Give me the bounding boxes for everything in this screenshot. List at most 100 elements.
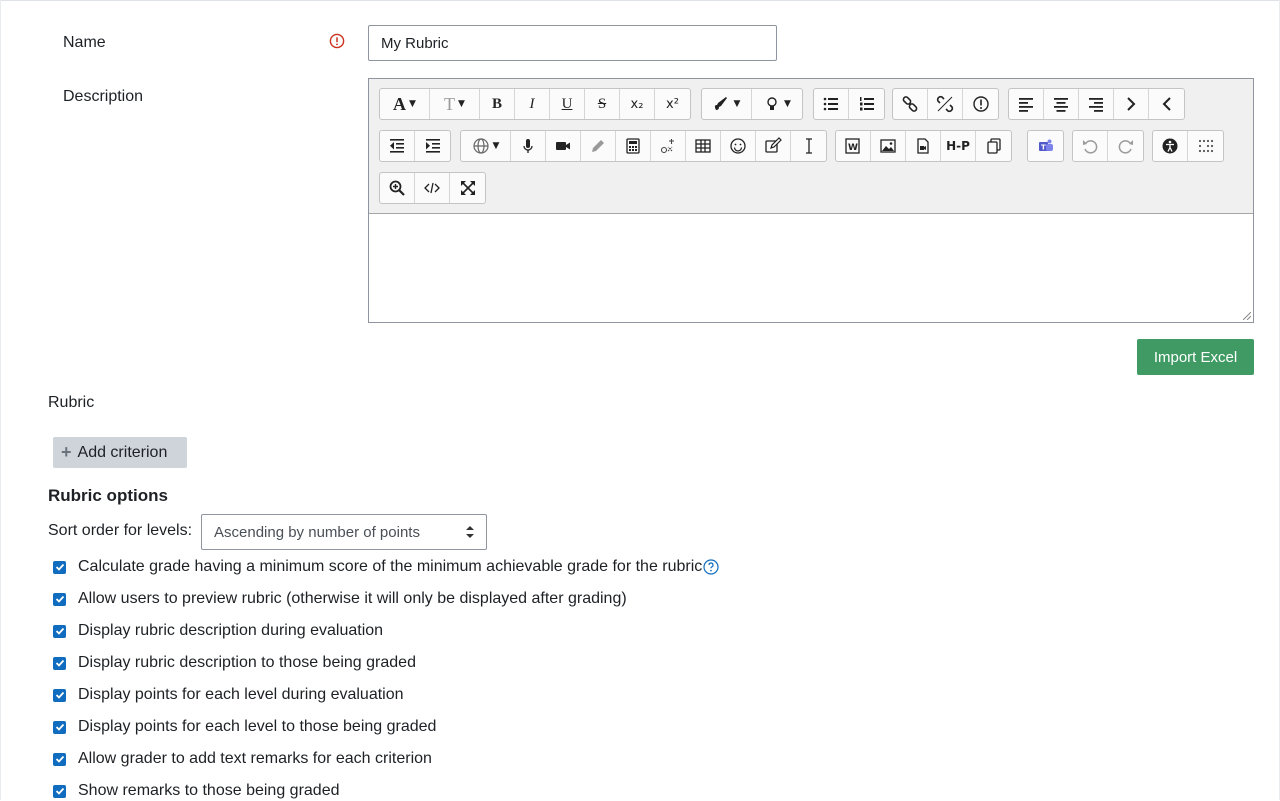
toolbar-group-history <box>1072 130 1144 162</box>
undo-icon[interactable] <box>1073 131 1108 161</box>
checkbox[interactable] <box>53 624 66 638</box>
screenreader-helper-icon[interactable] <box>1188 131 1223 161</box>
checkbox[interactable] <box>53 560 66 574</box>
name-label: Name <box>63 34 106 51</box>
calculator-icon[interactable] <box>616 131 651 161</box>
checkbox[interactable] <box>53 688 66 702</box>
equation-icon[interactable] <box>651 131 686 161</box>
option-points-evaluation[interactable]: Display points for each level during eva… <box>53 685 404 705</box>
unlink-icon[interactable] <box>928 89 963 119</box>
record-video-icon[interactable] <box>546 131 581 161</box>
text-cursor-icon[interactable] <box>791 131 826 161</box>
toolbar-group-lists <box>813 88 885 120</box>
superscript-icon[interactable]: x² <box>655 89 690 119</box>
align-right-icon[interactable] <box>1079 89 1114 119</box>
option-label: Display points for each level to those b… <box>78 718 437 735</box>
toolbar-group-teams: T <box>1027 130 1064 162</box>
bold-icon[interactable]: B <box>480 89 515 119</box>
checkbox[interactable] <box>53 656 66 670</box>
name-input[interactable] <box>368 25 777 61</box>
option-label: Allow grader to add text remarks for eac… <box>78 750 432 767</box>
highlight-icon[interactable]: ▼ <box>752 89 802 119</box>
zoom-icon[interactable] <box>380 173 415 203</box>
rubric-options-title: Rubric options <box>48 486 168 505</box>
subscript-icon[interactable]: x₂ <box>620 89 655 119</box>
option-label: Display rubric description to those bein… <box>78 654 416 671</box>
checkbox[interactable] <box>53 592 66 606</box>
toolbar-group-align <box>1008 88 1185 120</box>
add-criterion-label: Add criterion <box>77 443 168 461</box>
strikethrough-icon[interactable]: S <box>585 89 620 119</box>
word-import-icon[interactable]: W <box>836 131 871 161</box>
font-size-icon[interactable]: T ▼ <box>430 89 480 119</box>
draw-icon[interactable] <box>581 131 616 161</box>
add-criterion-button[interactable]: + Add criterion <box>53 437 187 468</box>
image-icon[interactable] <box>871 131 906 161</box>
indent-icon[interactable] <box>415 131 450 161</box>
toolbar-group-accessibility <box>1152 130 1224 162</box>
edit-icon[interactable] <box>756 131 791 161</box>
italic-icon[interactable]: I <box>515 89 550 119</box>
required-icon <box>329 33 345 49</box>
toolbar-group-files: W H-P <box>835 130 1012 162</box>
option-allow-preview[interactable]: Allow users to preview rubric (otherwise… <box>53 589 627 609</box>
sort-order-select[interactable]: Ascending by number of points <box>201 514 487 550</box>
ltr-icon[interactable] <box>1114 89 1149 119</box>
option-desc-evaluation[interactable]: Display rubric description during evalua… <box>53 621 383 641</box>
align-left-icon[interactable] <box>1009 89 1044 119</box>
font-family-icon[interactable]: A ▼ <box>380 89 430 119</box>
redo-icon[interactable] <box>1108 131 1143 161</box>
copy-icon[interactable] <box>976 131 1011 161</box>
toolbar-group-view <box>379 172 486 204</box>
description-editor: A ▼ T ▼ B I U S x₂ x² ▼ ▼ ▼ W H-P T <box>368 78 1254 323</box>
underline-icon[interactable]: U <box>550 89 585 119</box>
no-autolink-icon[interactable] <box>963 89 998 119</box>
sort-order-value: Ascending by number of points <box>214 523 420 541</box>
option-show-remarks[interactable]: Show remarks to those being graded <box>53 781 339 801</box>
media-icon[interactable] <box>906 131 941 161</box>
option-label: Display points for each level during eva… <box>78 686 404 703</box>
option-desc-graded[interactable]: Display rubric description to those bein… <box>53 653 416 673</box>
bullet-list-icon[interactable] <box>814 89 849 119</box>
toolbar-group-indent <box>379 130 451 162</box>
h5p-icon[interactable]: H-P <box>941 131 976 161</box>
svg-text:T: T <box>1041 144 1046 152</box>
toolbar-group-font: A ▼ T ▼ B I U S x₂ x² <box>379 88 691 120</box>
checkbox[interactable] <box>53 784 66 798</box>
link-icon[interactable] <box>893 89 928 119</box>
teams-icon[interactable]: T <box>1028 131 1063 161</box>
table-icon[interactable] <box>686 131 721 161</box>
import-excel-button[interactable]: Import Excel <box>1137 339 1254 375</box>
outdent-icon[interactable] <box>380 131 415 161</box>
option-min-grade[interactable]: Calculate grade having a minimum score o… <box>53 557 719 577</box>
align-center-icon[interactable] <box>1044 89 1079 119</box>
toolbar-group-media: ▼ <box>460 130 827 162</box>
language-icon[interactable]: ▼ <box>461 131 511 161</box>
select-arrows-icon <box>466 526 474 538</box>
accessibility-checker-icon[interactable] <box>1153 131 1188 161</box>
option-label: Show remarks to those being graded <box>78 782 340 799</box>
plus-icon: + <box>61 442 72 462</box>
resize-handle-icon[interactable] <box>1243 312 1251 320</box>
option-points-graded[interactable]: Display points for each level to those b… <box>53 717 436 737</box>
option-label: Allow users to preview rubric (otherwise… <box>78 590 627 607</box>
checkbox[interactable] <box>53 752 66 766</box>
description-label: Description <box>63 88 144 105</box>
font-color-icon[interactable]: ▼ <box>702 89 752 119</box>
option-text-remarks[interactable]: Allow grader to add text remarks for eac… <box>53 749 432 769</box>
toolbar-group-links <box>892 88 999 120</box>
emoticon-icon[interactable] <box>721 131 756 161</box>
numbered-list-icon[interactable] <box>849 89 884 119</box>
help-icon[interactable] <box>703 559 719 575</box>
sort-order-label: Sort order for levels: <box>48 522 193 539</box>
option-label: Calculate grade having a minimum score o… <box>78 558 703 575</box>
record-audio-icon[interactable] <box>511 131 546 161</box>
description-textarea[interactable] <box>369 215 1253 322</box>
checkbox[interactable] <box>53 720 66 734</box>
page-left-border <box>0 0 1 800</box>
rtl-icon[interactable] <box>1149 89 1184 119</box>
fullscreen-icon[interactable] <box>450 173 485 203</box>
rubric-label: Rubric <box>48 394 95 411</box>
svg-text:W: W <box>848 143 858 153</box>
html-source-icon[interactable] <box>415 173 450 203</box>
